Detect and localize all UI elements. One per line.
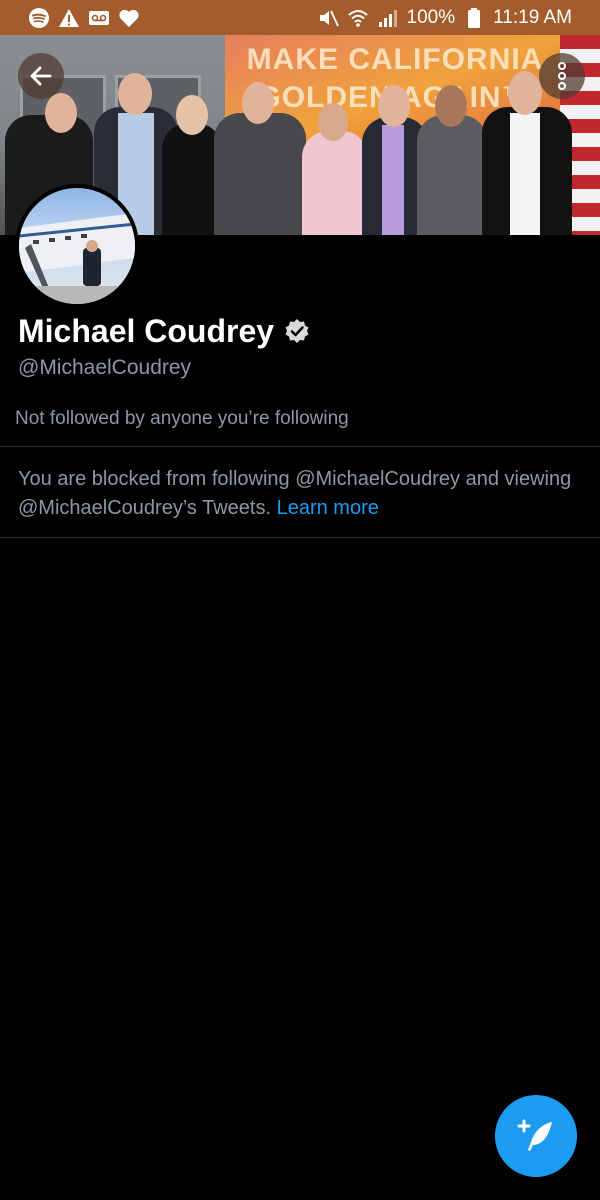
verified-badge-icon xyxy=(284,318,310,344)
avatar-image xyxy=(19,188,135,304)
person xyxy=(212,60,307,235)
avatar[interactable] xyxy=(15,184,139,308)
mute-icon xyxy=(317,7,339,29)
profile-handle: @MichaelCoudrey xyxy=(18,356,192,379)
status-bar-system: 100% 11:19 AM xyxy=(317,7,572,29)
back-arrow-icon xyxy=(30,66,52,86)
wifi-icon xyxy=(347,7,369,29)
more-options-button[interactable] xyxy=(539,53,585,99)
divider xyxy=(0,537,600,538)
divider xyxy=(0,446,600,447)
warning-icon xyxy=(58,7,80,29)
battery-percent: 100% xyxy=(406,6,456,28)
more-vertical-icon xyxy=(558,62,566,90)
spotify-icon xyxy=(28,7,50,29)
signal-icon xyxy=(377,7,399,29)
clock: 11:19 AM xyxy=(493,6,572,28)
heart-icon xyxy=(118,7,140,29)
followed-by-text: Not followed by anyone you’re following xyxy=(15,408,349,429)
blocked-notice: You are blocked from following @MichaelC… xyxy=(18,465,578,523)
status-bar-notifications xyxy=(28,7,140,29)
battery-icon xyxy=(463,7,485,29)
person xyxy=(415,65,490,235)
display-name: Michael Coudrey xyxy=(18,312,275,349)
compose-feather-icon xyxy=(517,1119,552,1151)
back-button[interactable] xyxy=(18,53,64,99)
profile-name-row: Michael Coudrey xyxy=(18,308,310,354)
status-bar: 100% 11:19 AM xyxy=(0,0,600,35)
compose-tweet-button[interactable] xyxy=(495,1095,577,1177)
learn-more-link[interactable]: Learn more xyxy=(277,497,379,519)
voicemail-icon xyxy=(88,7,110,29)
